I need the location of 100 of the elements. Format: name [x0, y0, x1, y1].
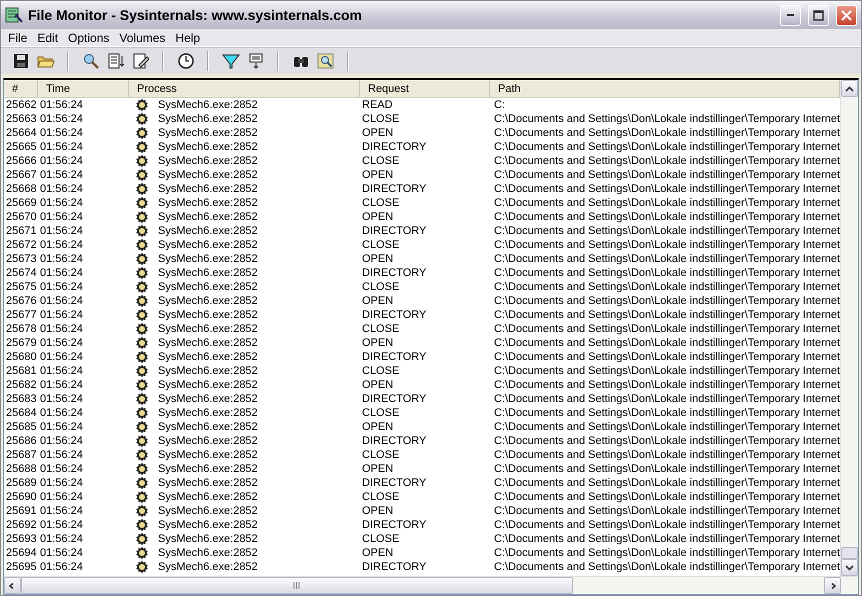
table-cell-text: SysMech6.exe:2852	[157, 238, 258, 252]
table-cell-text: 25677	[5, 308, 38, 322]
table-cell-text: 01:56:24	[39, 476, 84, 490]
column-header[interactable]: Request	[360, 80, 490, 97]
table-cell-text: CLOSE	[361, 280, 400, 294]
scroll-right-button[interactable]	[824, 577, 841, 594]
table-cell-text: C:\Documents and Settings\Don\Lokale indstillinger\Temporary Internet	[493, 238, 840, 252]
close-icon	[841, 10, 852, 20]
table-cell-text: DIRECTORY	[361, 350, 428, 364]
menu-item[interactable]: File	[3, 30, 32, 44]
table-cell-text: DIRECTORY	[361, 476, 428, 490]
table-cell-text: 01:56:24	[39, 196, 84, 210]
table-cell-text: 25671	[5, 224, 38, 238]
table-cell-text: SysMech6.exe:2852	[157, 280, 258, 294]
window-title: File Monitor - Sysinternals: www.sysinternals.com	[28, 7, 362, 23]
table-cell-text: DIRECTORY	[361, 224, 428, 238]
table-cell-text: 01:56:24	[39, 280, 84, 294]
horizontal-scrollbar[interactable]	[4, 576, 858, 594]
table-cell-text: 25683	[5, 392, 38, 406]
scroll-thumb[interactable]	[841, 547, 858, 559]
table-cell-text: SysMech6.exe:2852	[157, 560, 258, 574]
table-cell-text: C:\Documents and Settings\Don\Lokale indstillinger\Temporary Internet	[493, 308, 840, 322]
table-cell-text: SysMech6.exe:2852	[157, 546, 258, 560]
table-cell-text: 25663	[5, 112, 38, 126]
table-cell-text: SysMech6.exe:2852	[157, 98, 258, 112]
table-cell-text: DIRECTORY	[361, 434, 428, 448]
table-cell-text: C:\Documents and Settings\Don\Lokale indstillinger\Temporary Internet	[493, 140, 840, 154]
table-cell-text: 25685	[5, 420, 38, 434]
table-cell-text: C:\Documents and Settings\Don\Lokale indstillinger\Temporary Internet	[493, 420, 840, 434]
funnel-icon	[222, 53, 240, 69]
table-cell-text: DIRECTORY	[361, 392, 428, 406]
table-cell-text: 25693	[5, 532, 38, 546]
minimize-button[interactable]	[780, 4, 801, 26]
menu-item[interactable]: Help	[170, 30, 206, 44]
table-cell-text: SysMech6.exe:2852	[157, 322, 258, 336]
table-cell-text: C:\Documents and Settings\Don\Lokale indstillinger\Temporary Internet	[493, 168, 840, 182]
table-cell-text: C:\Documents and Settings\Don\Lokale indstillinger\Temporary Internet	[493, 490, 840, 504]
table-cell-text: SysMech6.exe:2852	[157, 504, 258, 518]
table-cell-text: OPEN	[361, 168, 394, 182]
vertical-scrollbar[interactable]	[840, 80, 858, 576]
clock-icon	[178, 53, 194, 69]
table-cell-text: SysMech6.exe:2852	[157, 252, 258, 266]
table-cell-text: CLOSE	[361, 364, 400, 378]
table-cell-text: 25673	[5, 252, 38, 266]
scroll-left-button[interactable]	[4, 577, 21, 594]
table-cell-text: 25674	[5, 266, 38, 280]
scroll-down-button[interactable]	[841, 559, 858, 576]
table-cell-text: 01:56:24	[39, 462, 84, 476]
table-cell-text: C:\Documents and Settings\Don\Lokale indstillinger\Temporary Internet	[493, 154, 840, 168]
table-cell-text: 01:56:24	[39, 448, 84, 462]
menu-item[interactable]: Options	[63, 30, 114, 44]
table-cell-text: 01:56:24	[39, 294, 84, 308]
table-cell-text: 25681	[5, 364, 38, 378]
table-cell-text: 25689	[5, 476, 38, 490]
scroll-up-button[interactable]	[841, 80, 858, 97]
table-cell-text: SysMech6.exe:2852	[157, 168, 258, 182]
table-cell-text: SysMech6.exe:2852	[157, 350, 258, 364]
table-cell-text: 25688	[5, 462, 38, 476]
table-cell-text: 01:56:24	[39, 224, 84, 238]
column-header[interactable]: Process	[129, 80, 360, 97]
table-cell-text: 01:56:24	[39, 434, 84, 448]
table-cell-text: SysMech6.exe:2852	[157, 532, 258, 546]
close-button[interactable]	[836, 4, 857, 26]
table-cell-text: C:\Documents and Settings\Don\Lokale indstillinger\Temporary Internet	[493, 350, 840, 364]
table-cell-text: 01:56:24	[39, 378, 84, 392]
table-cell-text: SysMech6.exe:2852	[157, 196, 258, 210]
maximize-button[interactable]	[808, 4, 829, 26]
table-cell-text: 25670	[5, 210, 38, 224]
table-cell-text: SysMech6.exe:2852	[157, 308, 258, 322]
table-cell-text: 25676	[5, 294, 38, 308]
table-cell-text: 01:56:24	[39, 504, 84, 518]
table-cell-text: C:\Documents and Settings\Don\Lokale indstillinger\Temporary Internet	[493, 322, 840, 336]
table-cell-text: 25678	[5, 322, 38, 336]
table-cell-text: CLOSE	[361, 490, 400, 504]
table-cell-text: 01:56:24	[39, 98, 84, 112]
table-cell-text: C:\Documents and Settings\Don\Lokale indstillinger\Temporary Internet	[493, 112, 840, 126]
table-cell-text: OPEN	[361, 336, 394, 350]
table-cell-text: SysMech6.exe:2852	[157, 210, 258, 224]
grip-icon	[293, 582, 301, 589]
table-cell-text: OPEN	[361, 462, 394, 476]
column-header[interactable]: Time	[38, 80, 129, 97]
menu-item[interactable]: Edit	[32, 30, 64, 44]
table-cell-text: SysMech6.exe:2852	[157, 476, 258, 490]
table-cell-text: 25668	[5, 182, 38, 196]
table-cell-text: SysMech6.exe:2852	[157, 448, 258, 462]
table-cell-text: DIRECTORY	[361, 140, 428, 154]
table-cell-text: SysMech6.exe:2852	[157, 462, 258, 476]
table-cell-text: C:\Documents and Settings\Don\Lokale indstillinger\Temporary Internet	[493, 434, 840, 448]
table-cell-text: 25672	[5, 238, 38, 252]
table-cell-text: OPEN	[361, 378, 394, 392]
table-cell-text: 01:56:24	[39, 210, 84, 224]
table-cell-text: 25679	[5, 336, 38, 350]
menu-item[interactable]: Volumes	[114, 30, 170, 44]
table-cell-text: C:\Documents and Settings\Don\Lokale indstillinger\Temporary Internet	[493, 364, 840, 378]
table-cell-text: C:\Documents and Settings\Don\Lokale indstillinger\Temporary Internet	[493, 266, 840, 280]
table-cell-text: SysMech6.exe:2852	[157, 126, 258, 140]
table-cell-text: 01:56:24	[39, 322, 84, 336]
column-header[interactable]: #	[4, 80, 38, 97]
scroll-thumb[interactable]	[21, 577, 573, 594]
table-cell-text: 25665	[5, 140, 38, 154]
